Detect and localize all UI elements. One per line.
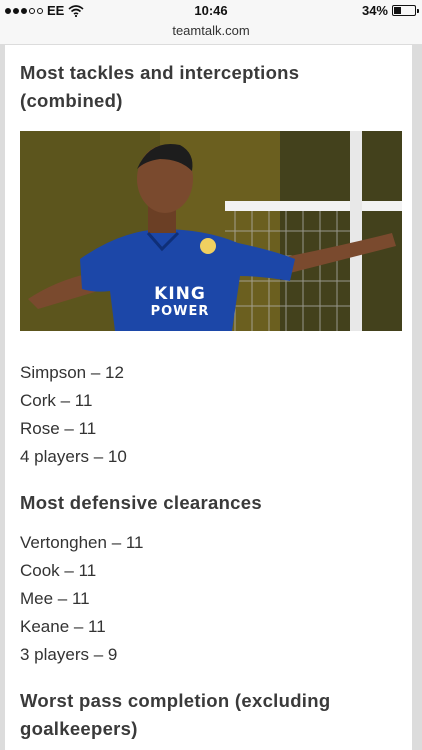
clearances-list: Vertonghen – 11 Cook – 11 Mee – 11 Keane… bbox=[20, 529, 397, 669]
url-text[interactable]: teamtalk.com bbox=[172, 23, 249, 38]
section-heading-clearances: Most defensive clearances bbox=[20, 492, 262, 513]
list-item: Rose – 11 bbox=[20, 419, 97, 438]
list-item: 4 players – 10 bbox=[20, 447, 127, 466]
battery-status: 34% bbox=[361, 3, 419, 18]
clock: 10:46 bbox=[194, 3, 228, 18]
section-heading-pass-completion: Worst pass completion (excluding goalkee… bbox=[20, 690, 331, 739]
list-item: Keane – 11 bbox=[20, 617, 106, 636]
list-item: Mee – 11 bbox=[20, 589, 90, 608]
page-viewport: Most tackles and interceptions (combined… bbox=[0, 45, 422, 750]
list-item: Cook – 11 bbox=[20, 561, 97, 580]
battery-percent: 34% bbox=[361, 3, 388, 18]
section-heading-tackles: Most tackles and interceptions (combined… bbox=[20, 62, 300, 111]
shirt-sponsor-line1: KING bbox=[154, 284, 206, 304]
address-bar[interactable]: teamtalk.com bbox=[0, 22, 422, 45]
article-body: Most tackles and interceptions (combined… bbox=[5, 45, 412, 750]
list-item: Vertonghen – 11 bbox=[20, 533, 144, 552]
tackles-list: Simpson – 12 Cork – 11 Rose – 11 4 playe… bbox=[20, 359, 397, 471]
status-bar: EE 10:46 34% bbox=[0, 0, 422, 22]
shirt-sponsor-line2: POWER bbox=[150, 304, 210, 319]
list-item: Cork – 11 bbox=[20, 391, 93, 410]
list-item: 3 players – 9 bbox=[20, 645, 118, 664]
battery-icon bbox=[392, 5, 419, 16]
list-item: Simpson – 12 bbox=[20, 363, 124, 382]
player-photo: KING POWER bbox=[20, 131, 402, 331]
